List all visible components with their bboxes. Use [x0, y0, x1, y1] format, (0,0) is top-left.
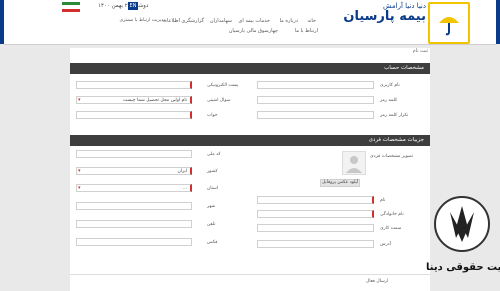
left-background	[4, 48, 64, 291]
country-label: کشور	[207, 169, 218, 174]
watermark-logo-icon	[434, 196, 490, 252]
password-confirm-input[interactable]	[257, 111, 374, 119]
breadcrumb: ثبت نام	[412, 48, 428, 54]
country-select[interactable]: ایران	[76, 167, 192, 175]
phone-label: تلفن	[207, 222, 216, 227]
registration-form: ثبت نام مشخصات حساب نام کاربری کلمه رمز …	[70, 48, 430, 291]
fax-label: فکس	[207, 240, 218, 245]
email-label: پست الکترونیکی	[207, 83, 239, 88]
nav-item-services[interactable]: خدمات بیمه ای	[238, 18, 270, 24]
logo-name[interactable]: بیمه پارسیان	[322, 10, 426, 24]
nav-item-crm[interactable]: مدیریت ارتباط با مشتری	[120, 18, 166, 23]
photo-label: تصویر مشخصات فردی	[370, 154, 414, 159]
province-select[interactable]: ...	[76, 184, 192, 192]
address-label: آدرس	[380, 242, 391, 247]
address-input[interactable]	[257, 240, 374, 248]
right-stripe	[496, 0, 500, 44]
password-confirm-label: تکرار کلمه رمز	[380, 113, 409, 118]
site-header: دنیا دنیا آرامش بیمه پارسیان دوشنبه ۲۸ ب…	[4, 0, 496, 45]
chevron-down-icon: ▾	[78, 168, 81, 174]
umbrella-logo-icon[interactable]	[428, 2, 470, 44]
footer-label: ارسال فعال	[366, 279, 389, 284]
nav-item-financial[interactable]: چهارسوق مالی پارسیان	[229, 28, 278, 34]
username-label: نام کاربری	[380, 83, 400, 88]
city-label: شهر	[207, 204, 216, 209]
account-section-header: مشخصات حساب	[70, 63, 430, 74]
password-label: کلمه رمز	[380, 98, 398, 103]
first-name-label: نام	[380, 198, 386, 203]
job-title-label: سمت کاری	[380, 226, 402, 231]
first-name-input[interactable]	[257, 196, 374, 204]
watermark: سایت حقوقی دینا	[426, 196, 500, 291]
answer-label: جواب	[207, 113, 218, 118]
watermark-text: سایت حقوقی دینا	[426, 262, 500, 273]
nav-item-home[interactable]: خانه	[307, 18, 316, 24]
avatar	[342, 151, 366, 175]
fax-input[interactable]	[76, 238, 192, 246]
nav-item-contact[interactable]: ارتباط با ما	[295, 28, 318, 34]
main-nav: خانه درباره ما خدمات بیمه ای سهامداران گ…	[120, 14, 318, 38]
username-input[interactable]	[257, 81, 374, 89]
header-date: دوشنبه ۲۸ بهمن ۱۴۰۰	[98, 3, 149, 9]
national-id-label: کد ملی	[207, 152, 221, 157]
city-input[interactable]	[76, 202, 192, 210]
last-name-input[interactable]	[257, 210, 374, 218]
lang-en-button[interactable]: EN	[128, 2, 138, 10]
upload-photo-button[interactable]: آپلود عکس پروفایل	[320, 179, 360, 187]
iran-flag-icon	[62, 2, 80, 12]
chevron-down-icon: ▾	[78, 185, 81, 191]
answer-input[interactable]	[76, 111, 192, 119]
chevron-down-icon: ▾	[78, 97, 81, 103]
security-question-select[interactable]: نام اولین محل تحصیل شما چیست	[76, 96, 192, 104]
page: دنیا دنیا آرامش بیمه پارسیان دوشنبه ۲۸ ب…	[0, 0, 500, 291]
phone-input[interactable]	[76, 220, 192, 228]
national-id-input[interactable]	[76, 150, 192, 158]
nav-item-about[interactable]: درباره ما	[280, 18, 298, 24]
nav-item-reports[interactable]: گزارشگری اطلاعات	[162, 18, 204, 24]
personal-section-header: جزییات مشخصات فردی	[70, 135, 430, 146]
password-input[interactable]	[257, 96, 374, 104]
security-question-label: سوال امنیتی	[207, 98, 231, 103]
footer-area: ارسال فعال	[70, 274, 430, 291]
last-name-label: نام خانوادگی	[380, 212, 404, 217]
province-label: استان	[207, 186, 219, 191]
nav-item-shareholders[interactable]: سهامداران	[210, 18, 232, 24]
job-title-input[interactable]	[257, 224, 374, 232]
email-input[interactable]	[76, 81, 192, 89]
